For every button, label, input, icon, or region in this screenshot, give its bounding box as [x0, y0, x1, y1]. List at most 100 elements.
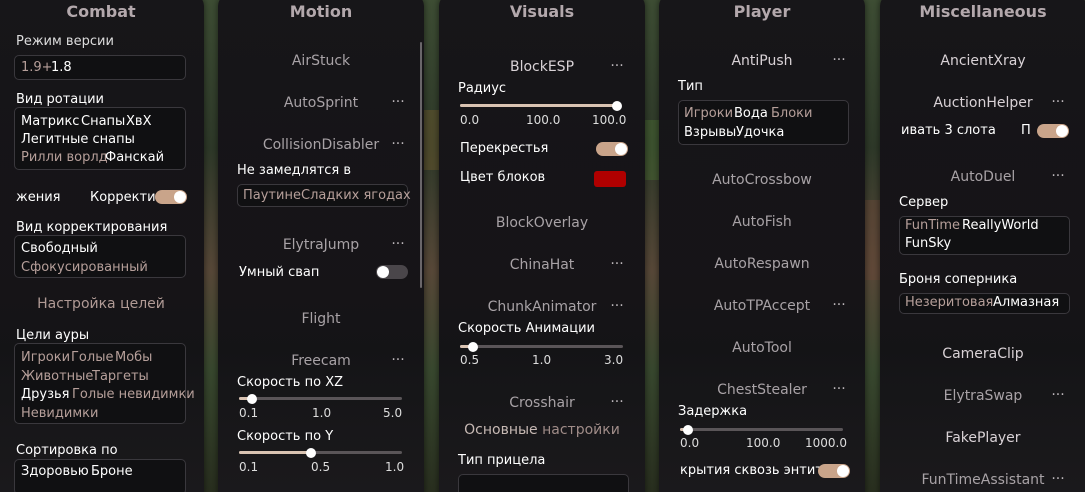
server-option[interactable]: FunTime	[905, 218, 960, 233]
tick-label: 0.5	[311, 460, 331, 474]
slider-knob[interactable]	[306, 447, 317, 458]
tick-label: 1.0	[385, 460, 405, 474]
slider-knob[interactable]	[683, 424, 694, 435]
type-option[interactable]: Взрывы	[684, 125, 736, 140]
version-option[interactable]: 1.9+	[21, 60, 53, 75]
more-dots-icon[interactable]: ···	[1048, 168, 1068, 184]
more-dots-icon[interactable]: ···	[829, 52, 849, 68]
slider-fill	[460, 104, 617, 107]
sort-label: Сортировка по	[16, 443, 118, 458]
type-select: Игроки Вода Блоки Взрывы Удочка	[678, 100, 849, 145]
more-dots-icon[interactable]: ···	[388, 352, 408, 368]
tick-label: 0.0	[680, 436, 700, 450]
module-autorespawn[interactable]: AutoRespawn	[659, 256, 865, 272]
more-dots-icon[interactable]: ···	[388, 94, 408, 110]
more-dots-icon[interactable]: ···	[388, 236, 408, 252]
slot-toggle[interactable]	[1037, 124, 1069, 138]
rotation-option[interactable]: Фанскай	[105, 150, 164, 165]
more-dots-icon[interactable]: ···	[607, 394, 627, 410]
aura-option[interactable]: Игроки	[21, 350, 70, 365]
slow-option[interactable]: Сладких ягодах	[301, 188, 411, 203]
rotation-option[interactable]: ХвХ	[126, 114, 151, 129]
correction-toggle[interactable]	[155, 190, 187, 204]
module-autocrossbow[interactable]: AutoCrossbow	[659, 172, 865, 188]
more-dots-icon[interactable]: ···	[607, 298, 627, 314]
more-dots-icon[interactable]: ···	[607, 58, 627, 74]
rotation-option[interactable]: Снапы	[81, 114, 125, 129]
aura-targets-select: Игроки Голые Мобы Животные Таргеты Друзь…	[14, 343, 195, 424]
tick-label: 100.0	[526, 113, 561, 127]
aura-option[interactable]: Друзья	[21, 387, 70, 402]
type-label: Тип	[678, 79, 703, 94]
version-select: 1.9+ 1.8	[14, 55, 186, 80]
section-text: Основные	[464, 422, 538, 438]
crosshair-toggle[interactable]	[596, 142, 628, 156]
smart-swap-toggle[interactable]	[376, 265, 408, 279]
xz-speed-slider[interactable]	[239, 393, 402, 404]
armor-option[interactable]: Алмазная	[993, 295, 1059, 310]
type-option[interactable]: Удочка	[736, 125, 784, 140]
radius-slider[interactable]	[460, 100, 622, 111]
slow-option[interactable]: Паутине	[243, 188, 301, 203]
slider-knob[interactable]	[247, 393, 258, 404]
tick-label: 0.1	[239, 460, 259, 474]
slider-fill	[239, 451, 312, 454]
module-fakeplayer[interactable]: FakePlayer	[880, 430, 1085, 446]
correction-label-right: Корректи	[90, 190, 156, 205]
sort-option[interactable]: Броне	[91, 464, 133, 479]
delay-slider[interactable]	[680, 424, 843, 435]
block-color-swatch[interactable]	[594, 171, 626, 187]
aura-option[interactable]: Таргеты	[92, 369, 149, 384]
aura-option[interactable]: Невидимки	[21, 406, 98, 421]
more-dots-icon[interactable]: ···	[388, 136, 408, 152]
more-dots-icon[interactable]: ···	[829, 297, 849, 313]
more-dots-icon[interactable]: ···	[1048, 471, 1068, 487]
aura-option[interactable]: Голые невидимки	[72, 387, 195, 402]
module-airstuck[interactable]: AirStuck	[218, 53, 424, 69]
module-blockoverlay[interactable]: BlockOverlay	[439, 215, 645, 231]
correction-option[interactable]: Сфокусированный	[21, 260, 148, 275]
tick-label: 0.5	[460, 353, 480, 367]
type-option[interactable]: Вода	[734, 106, 768, 121]
motion-panel: Motion AirStuck AutoSprint ··· Collision…	[218, 0, 424, 492]
panel-title: Player	[733, 2, 791, 21]
aura-option[interactable]: Мобы	[115, 350, 152, 365]
crosshair-label: Перекрестья	[460, 141, 549, 156]
targets-section: Настройка целей	[37, 296, 165, 312]
panel-title: Motion	[289, 2, 353, 21]
more-dots-icon[interactable]: ···	[607, 256, 627, 272]
server-option[interactable]: ReallyWorld	[962, 218, 1039, 233]
module-autofish[interactable]: AutoFish	[659, 214, 865, 230]
more-dots-icon[interactable]: ···	[1048, 94, 1068, 110]
rotation-option[interactable]: Матрикс	[21, 114, 79, 129]
armor-option[interactable]: Незеритовая	[905, 295, 993, 310]
misc-panel: Miscellaneous AncientXray AuctionHelper …	[880, 0, 1085, 492]
module-cameraclip[interactable]: CameraClip	[880, 346, 1085, 362]
xz-speed-label: Скорость по XZ	[237, 375, 343, 390]
armor-label: Броня соперника	[899, 272, 1018, 287]
server-select: FunTime ReallyWorld FunSky	[899, 216, 1070, 255]
slow-select: Паутине Сладких ягодах	[237, 184, 411, 207]
through-entities-toggle[interactable]	[818, 464, 850, 478]
aura-option[interactable]: Животные	[21, 369, 93, 384]
y-speed-slider[interactable]	[239, 447, 402, 458]
crosshair-type-select[interactable]	[458, 474, 629, 492]
module-autotool[interactable]: AutoTool	[659, 340, 865, 356]
module-ancientxray[interactable]: AncientXray	[880, 53, 1085, 69]
slider-knob[interactable]	[468, 341, 479, 352]
type-option[interactable]: Игроки	[684, 106, 733, 121]
type-option[interactable]: Блоки	[771, 106, 812, 121]
rotation-option[interactable]: Легитные снапы	[21, 132, 135, 147]
aura-option[interactable]: Голые	[71, 350, 113, 365]
rotation-option[interactable]: Рилли ворлд	[21, 150, 108, 165]
correction-option[interactable]: Свободный	[21, 241, 98, 256]
sort-option[interactable]: Здоровью	[21, 464, 89, 479]
version-option[interactable]: 1.8	[51, 60, 72, 75]
slider-knob[interactable]	[612, 100, 622, 111]
tick-label: 1.0	[532, 353, 552, 367]
more-dots-icon[interactable]: ···	[829, 381, 849, 397]
server-option[interactable]: FunSky	[905, 236, 951, 251]
more-dots-icon[interactable]: ···	[1048, 387, 1068, 403]
anim-speed-slider[interactable]	[460, 341, 623, 352]
module-flight[interactable]: Flight	[218, 311, 424, 327]
